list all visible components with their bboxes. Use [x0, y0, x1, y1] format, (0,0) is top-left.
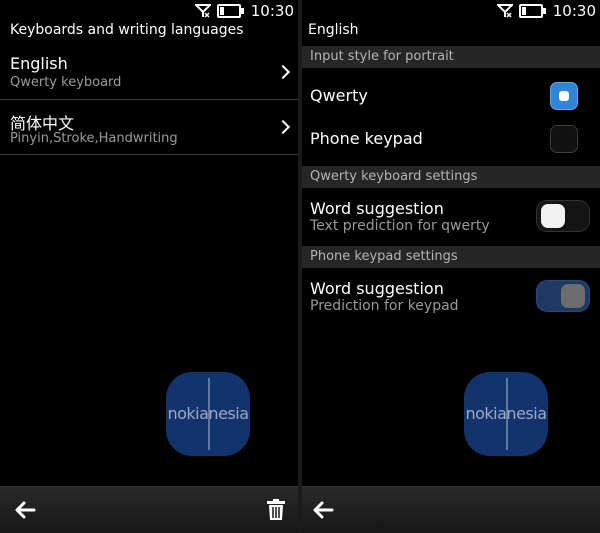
option-label: Phone keypad — [310, 129, 423, 148]
language-label: English — [10, 54, 68, 73]
chevron-right-icon — [275, 64, 291, 80]
back-arrow-icon[interactable] — [312, 499, 334, 521]
english-settings-panel: 10:30 English Input style for portrait Q… — [302, 0, 600, 533]
page-title: English — [308, 22, 359, 38]
setting-sublabel: Text prediction for qwerty — [310, 218, 490, 234]
watermark-logo: nokianesia — [464, 372, 548, 456]
bottom-toolbar — [302, 486, 600, 533]
battery-icon — [216, 4, 244, 18]
keyboards-languages-panel: 10:30 Keyboards and writing languages En… — [0, 0, 298, 533]
toggle-qwerty-word-suggestion[interactable] — [536, 200, 590, 232]
radio-qwerty[interactable] — [550, 82, 578, 110]
radio-phone-keypad[interactable] — [550, 125, 578, 153]
language-item-english[interactable]: English Qwerty keyboard — [0, 44, 298, 100]
watermark-text: nokianesia — [167, 404, 249, 423]
status-time: 10:30 — [250, 2, 294, 20]
toggle-keypad-word-suggestion[interactable] — [536, 280, 590, 312]
page-title: Keyboards and writing languages — [10, 22, 244, 38]
status-bar: 10:30 — [194, 0, 298, 22]
status-time: 10:30 — [552, 2, 596, 20]
language-sublabel: Qwerty keyboard — [10, 75, 122, 90]
watermark-text: nokianesia — [465, 404, 547, 423]
section-header-qwerty-settings: Qwerty keyboard settings — [302, 166, 600, 188]
trash-icon[interactable] — [266, 499, 286, 521]
option-label: Qwerty — [310, 86, 368, 105]
signal-icon — [194, 4, 211, 18]
setting-sublabel: Prediction for keypad — [310, 298, 459, 314]
setting-label: Word suggestion — [310, 199, 444, 218]
setting-label: Word suggestion — [310, 279, 444, 298]
language-sublabel: Pinyin,Stroke,Handwriting — [10, 131, 178, 146]
bottom-toolbar — [0, 486, 298, 533]
language-item-chinese[interactable]: 简体中文 Pinyin,Stroke,Handwriting — [0, 100, 298, 155]
battery-icon — [518, 4, 546, 18]
section-header-keypad-settings: Phone keypad settings — [302, 246, 600, 268]
watermark-logo: nokianesia — [166, 372, 250, 456]
signal-icon — [496, 4, 513, 18]
section-header-input-style: Input style for portrait — [302, 46, 600, 68]
chevron-right-icon — [275, 119, 291, 135]
status-bar: 10:30 — [496, 0, 600, 22]
back-arrow-icon[interactable] — [14, 499, 36, 521]
